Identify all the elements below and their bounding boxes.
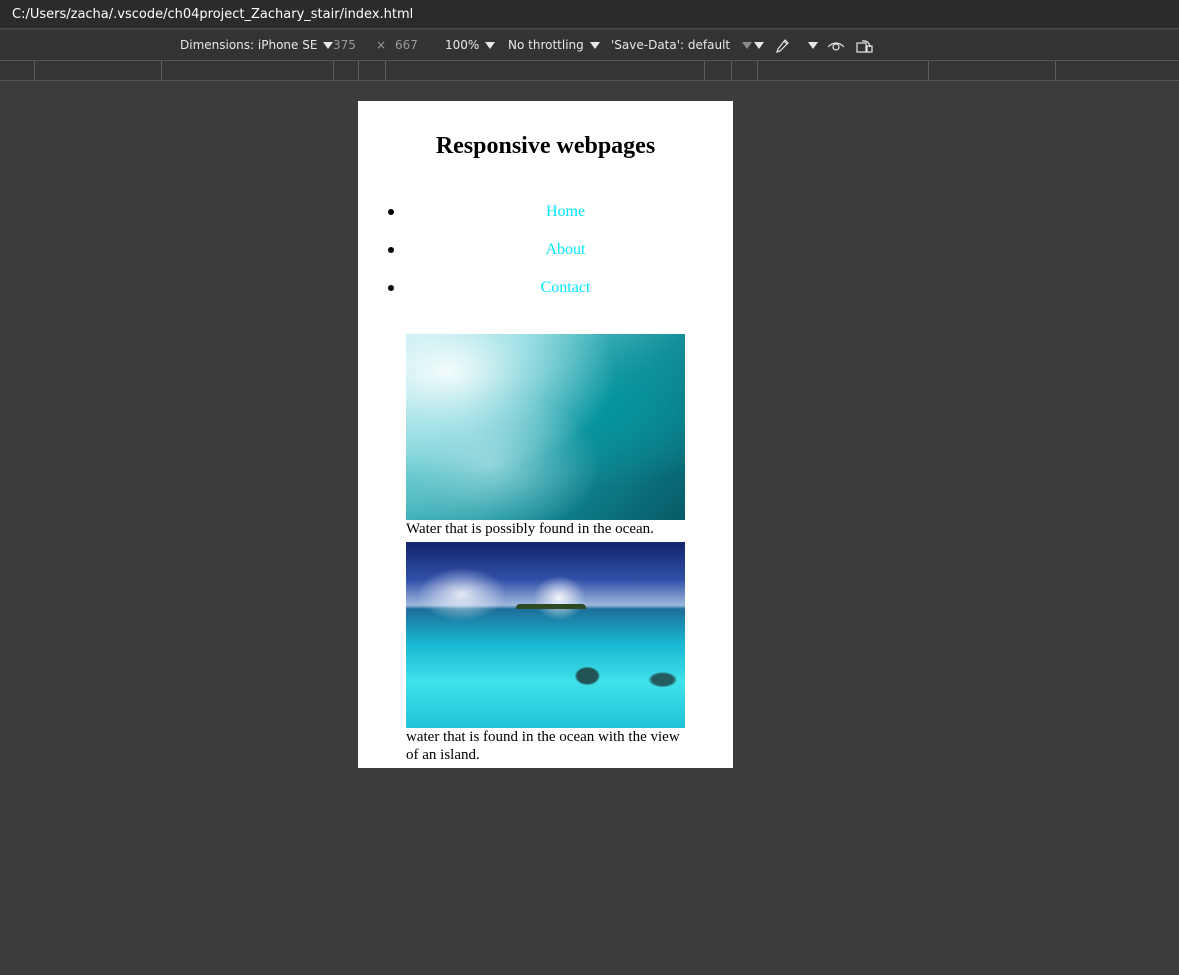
media-query-ruler[interactable] (0, 61, 1179, 81)
nav-link-about[interactable]: About (546, 241, 586, 258)
save-data-dropdown[interactable]: 'Save-Data': default (611, 30, 753, 61)
ruler-tick (161, 61, 162, 80)
more-options-dropdown-2[interactable] (802, 30, 818, 61)
rotate-icon[interactable] (855, 30, 873, 61)
ruler-tick (385, 61, 386, 80)
address-url: C:/Users/zacha/.vscode/ch04project_Zacha… (12, 7, 414, 22)
nav-item-contact: Contact (358, 271, 733, 309)
chevron-down-icon (754, 42, 764, 49)
eye-icon[interactable] (827, 30, 845, 61)
chevron-down-icon (323, 42, 334, 49)
device-toolbar: Dimensions: iPhone SE 375 × 667 100% No … (0, 30, 1179, 61)
bullet-icon (388, 285, 394, 291)
nav-link-contact[interactable]: Contact (541, 279, 591, 296)
device-viewport: Responsive webpages Home About Contact W… (358, 101, 733, 768)
figure-ocean-island: water that is found in the ocean with th… (406, 542, 685, 764)
ruler-tick (704, 61, 705, 80)
eyedropper-icon[interactable] (774, 30, 790, 61)
width-input[interactable]: 375 (333, 30, 356, 61)
nav-link-home[interactable]: Home (546, 203, 585, 220)
zoom-dropdown[interactable]: 100% (445, 30, 496, 61)
ocean-wave-image (406, 334, 685, 520)
bullet-icon (388, 209, 394, 215)
page-title: Responsive webpages (435, 133, 656, 159)
ruler-tick (731, 61, 732, 80)
height-input[interactable]: 667 (395, 30, 418, 61)
ruler-tick (34, 61, 35, 80)
figure-caption: water that is found in the ocean with th… (406, 729, 680, 763)
ocean-island-image (406, 542, 685, 728)
address-bar[interactable]: C:/Users/zacha/.vscode/ch04project_Zacha… (0, 0, 1179, 29)
ruler-tick (358, 61, 359, 80)
ruler-tick (928, 61, 929, 80)
chevron-down-icon (808, 42, 818, 49)
dimensions-label: Dimensions: iPhone SE (180, 38, 318, 52)
throttling-dropdown[interactable]: No throttling (508, 30, 600, 61)
ruler-tick (333, 61, 334, 80)
figure-caption: Water that is possibly found in the ocea… (406, 521, 654, 537)
chevron-down-icon (589, 42, 600, 49)
nav-item-about: About (358, 233, 733, 271)
ruler-tick (757, 61, 758, 80)
chevron-down-icon (485, 42, 496, 49)
ruler-tick (1055, 61, 1056, 80)
nav-item-home: Home (358, 195, 733, 233)
more-options-dropdown[interactable] (748, 30, 764, 61)
times-icon: × (376, 38, 387, 52)
island-shape (516, 604, 586, 609)
figure-ocean-wave: Water that is possibly found in the ocea… (406, 334, 685, 538)
dimensions-dropdown[interactable]: Dimensions: iPhone SE (180, 30, 334, 61)
nav-list: Home About Contact (358, 195, 733, 309)
bullet-icon (388, 247, 394, 253)
